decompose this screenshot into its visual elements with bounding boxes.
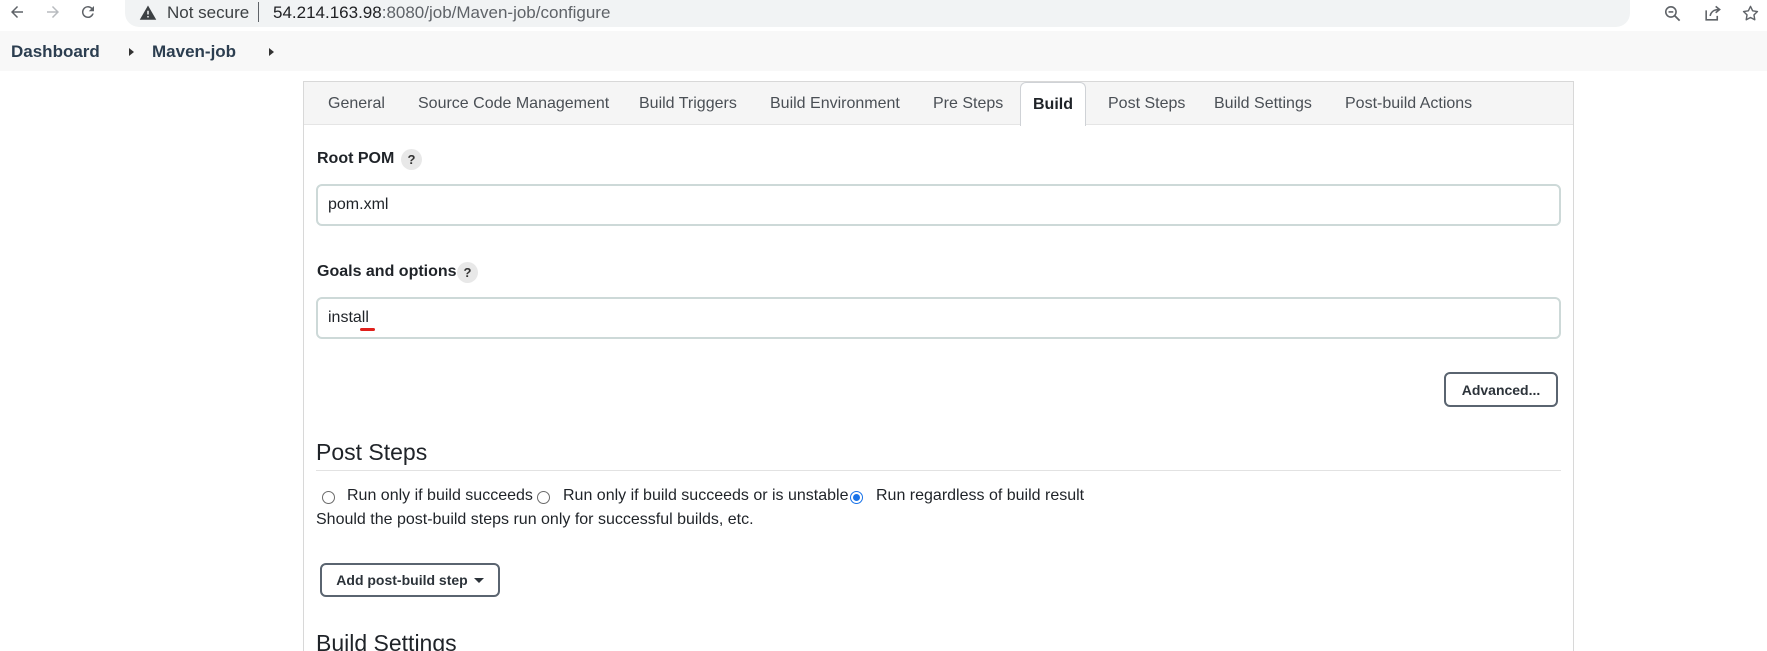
caret-down-icon: [473, 577, 484, 583]
add-post-build-step-label: Add post-build step: [336, 572, 468, 588]
help-icon[interactable]: ?: [457, 262, 478, 283]
breadcrumb-dashboard[interactable]: Dashboard: [11, 42, 100, 62]
post-steps-description: Should the post-build steps run only for…: [316, 511, 754, 528]
address-bar[interactable]: Not secure 54.214.163.98:8080/job/Maven-…: [125, 0, 1630, 27]
warning-icon: [139, 5, 157, 20]
breadcrumb: Dashboard Maven-job: [0, 31, 1767, 71]
advanced-button[interactable]: Advanced...: [1444, 372, 1558, 407]
add-post-build-step-button[interactable]: Add post-build step: [320, 563, 500, 597]
goals-input[interactable]: [316, 297, 1561, 339]
url-host: 54.214.163.98: [273, 3, 382, 22]
url-path: :8080/job/Maven-job/configure: [381, 3, 611, 22]
not-secure-label: Not secure: [167, 3, 250, 22]
radio-label: Run only if build succeeds or is unstabl…: [563, 487, 849, 504]
tab-general[interactable]: General: [328, 95, 385, 113]
help-icon[interactable]: ?: [401, 149, 422, 170]
root-pom-label: Root POM: [317, 150, 395, 167]
url-text: 54.214.163.98:8080/job/Maven-job/configu…: [273, 3, 610, 23]
radio-run-regardless[interactable]: [850, 491, 863, 504]
bookmark-star-icon[interactable]: [1738, 1, 1762, 25]
tab-build-triggers[interactable]: Build Triggers: [639, 95, 737, 113]
goals-and-options-label: Goals and options: [317, 263, 457, 280]
reload-icon[interactable]: [77, 1, 99, 23]
browser-toolbar: Not secure 54.214.163.98:8080/job/Maven-…: [0, 0, 1767, 27]
tab-source-code-management[interactable]: Source Code Management: [418, 95, 609, 113]
tab-build-environment[interactable]: Build Environment: [770, 95, 900, 113]
tab-post-steps[interactable]: Post Steps: [1108, 95, 1185, 113]
tab-post-build-actions[interactable]: Post-build Actions: [1345, 95, 1472, 113]
config-panel: General Source Code Management Build Tri…: [303, 81, 1574, 651]
spellcheck-underline: [360, 328, 375, 331]
zoom-icon[interactable]: [1660, 1, 1684, 25]
build-settings-title: Build Settings: [316, 630, 457, 651]
forward-arrow-icon[interactable]: [42, 1, 64, 23]
breadcrumb-chevron-icon[interactable]: [269, 48, 274, 56]
address-separator: [258, 2, 259, 22]
radio-run-if-succeeds[interactable]: [322, 491, 335, 504]
post-steps-title: Post Steps: [316, 439, 428, 465]
breadcrumb-chevron-icon[interactable]: [129, 48, 134, 56]
tab-pre-steps[interactable]: Pre Steps: [933, 95, 1003, 113]
back-arrow-icon[interactable]: [6, 1, 28, 23]
tab-build-settings[interactable]: Build Settings: [1214, 95, 1312, 113]
share-icon[interactable]: [1700, 1, 1724, 25]
section-divider: [316, 470, 1561, 471]
tab-build[interactable]: Build: [1020, 82, 1086, 126]
radio-run-if-succeeds-or-unstable[interactable]: [537, 491, 550, 504]
breadcrumb-job[interactable]: Maven-job: [152, 42, 236, 62]
radio-label: Run only if build succeeds: [347, 487, 533, 504]
radio-label: Run regardless of build result: [876, 487, 1085, 504]
root-pom-input[interactable]: [316, 184, 1561, 226]
config-tabbar: General Source Code Management Build Tri…: [304, 82, 1573, 126]
